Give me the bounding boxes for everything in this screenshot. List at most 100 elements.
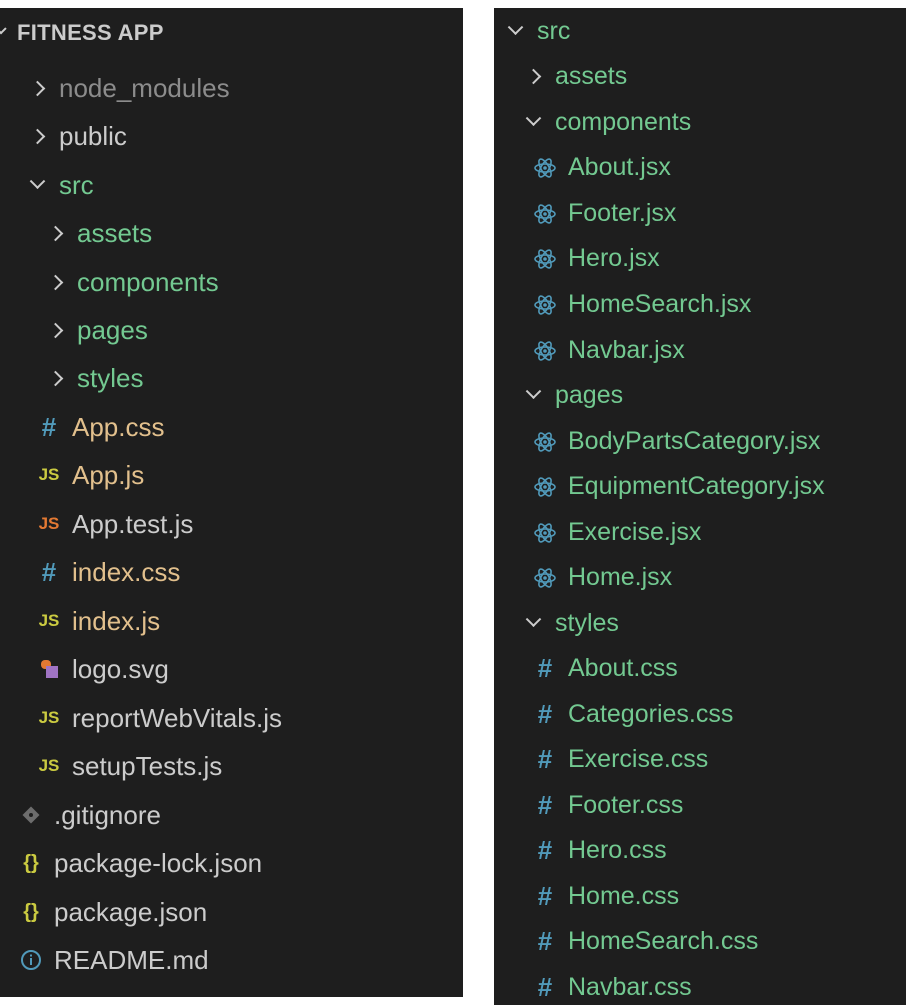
tree-item-hero-css[interactable]: # Hero.css [494,828,906,873]
folder-label: components [77,267,219,297]
svg-icon [36,658,62,680]
tree-item-readme-md[interactable]: README.md [0,937,463,983]
tree-item-components[interactable]: components [494,100,906,145]
react-icon [532,338,558,364]
tree-item-setup-tests-js[interactable]: JS setupTests.js [0,743,463,789]
chevron-right-icon [29,80,46,96]
tree-item-assets[interactable]: assets [494,54,906,99]
js-icon: JS [38,611,60,630]
tree-item-navbar-css[interactable]: # Navbar.css [494,965,906,1005]
react-icon [532,474,558,500]
tree-item-public[interactable]: public [0,113,463,159]
css-hash-icon: # [537,744,553,774]
tree-item-about-jsx[interactable]: About.jsx [494,145,906,190]
css-hash-icon: # [537,699,553,729]
js-icon: JS [38,708,60,727]
file-label: Navbar.jsx [568,336,685,364]
file-label: Exercise.css [568,745,709,773]
file-label: Categories.css [568,700,734,728]
tree-item-package-lock-json[interactable]: {} package-lock.json [0,840,463,886]
file-label: package-lock.json [54,848,263,878]
tree-item-index-css[interactable]: # index.css [0,549,463,595]
tree-item-body-parts-category-jsx[interactable]: BodyPartsCategory.jsx [494,419,906,464]
tree-item-footer-jsx[interactable]: Footer.jsx [494,191,906,236]
folder-label: assets [77,218,153,248]
tree-item-index-js[interactable]: JS index.js [0,598,463,644]
tree-item-assets[interactable]: assets [0,210,463,256]
chevron-down-icon [525,383,542,400]
file-label: reportWebVitals.js [72,703,283,733]
tree-item-navbar-jsx[interactable]: Navbar.jsx [494,328,906,373]
tree-item-app-test-js[interactable]: JS App.test.js [0,501,463,547]
tree-item-report-web-vitals-js[interactable]: JS reportWebVitals.js [0,695,463,741]
folder-label: public [59,121,127,151]
css-hash-icon: # [41,556,57,587]
tree-item-src[interactable]: src [494,9,906,54]
tree-item-categories-css[interactable]: # Categories.css [494,692,906,737]
react-icon [532,292,558,318]
chevron-right-icon [47,274,64,290]
file-label: index.css [72,557,181,587]
tree-item-home-jsx[interactable]: Home.jsx [494,555,906,600]
chevron-right-icon [47,225,64,241]
tree-item-exercise-jsx[interactable]: Exercise.jsx [494,510,906,555]
json-braces-icon: {} [23,900,39,923]
folder-label: pages [555,381,624,409]
react-icon [532,520,558,546]
file-label: HomeSearch.css [568,927,759,955]
file-label: About.css [568,654,678,682]
chevron-down-icon [0,23,7,35]
tree-item-app-css[interactable]: # App.css [0,404,463,450]
react-icon [532,429,558,455]
tree-item-styles[interactable]: styles [494,601,906,646]
file-label: HomeSearch.jsx [568,290,752,318]
tree-item-pages[interactable]: pages [0,307,463,353]
file-label: About.jsx [568,153,671,181]
tree-item-pages[interactable]: pages [494,373,906,418]
folder-label: styles [77,363,144,393]
tree-item-package-json[interactable]: {} package.json [0,889,463,935]
tree-item-app-js[interactable]: JS App.js [0,452,463,498]
react-icon [532,201,558,227]
tree-item-exercise-css[interactable]: # Exercise.css [494,737,906,782]
tree-item-equipment-category-jsx[interactable]: EquipmentCategory.jsx [494,464,906,509]
file-label: Home.jsx [568,563,673,591]
folder-label: styles [555,609,619,637]
js-icon: JS [38,514,60,533]
file-label: Footer.css [568,791,684,819]
folder-label: assets [555,62,628,90]
file-label: EquipmentCategory.jsx [568,472,825,500]
js-icon: JS [38,465,60,484]
css-hash-icon: # [537,926,553,956]
tree-item-footer-css[interactable]: # Footer.css [494,783,906,828]
file-label: Exercise.jsx [568,518,702,546]
tree-item-node-modules[interactable]: node_modules [0,65,463,111]
tree-item-styles[interactable]: styles [0,355,463,401]
git-icon [18,804,44,826]
tree-item-logo-svg[interactable]: logo.svg [0,646,463,692]
css-hash-icon: # [537,653,553,683]
chevron-down-icon [29,172,46,189]
css-hash-icon: # [537,972,553,1002]
css-hash-icon: # [537,790,553,820]
tree-item-hero-jsx[interactable]: Hero.jsx [494,236,906,281]
chevron-right-icon [29,128,46,144]
folder-label: src [537,17,571,45]
tree-item-about-css[interactable]: # About.css [494,646,906,691]
tree-item-home-search-css[interactable]: # HomeSearch.css [494,919,906,964]
tree-item-gitignore[interactable]: .gitignore [0,792,463,838]
tree-item-src[interactable]: src [0,162,463,208]
tree-item-home-css[interactable]: # Home.css [494,874,906,919]
explorer-root-fitness-app[interactable]: FITNESS APP [0,10,463,56]
react-icon [532,246,558,272]
explorer-panel-left: FITNESS APP node_modules public src asse… [0,8,463,997]
tree-item-components[interactable]: components [0,259,463,305]
chevron-right-icon [47,370,64,386]
file-label: package.json [54,897,208,927]
react-icon [532,565,558,591]
json-braces-icon: {} [23,851,39,874]
file-label: logo.svg [72,654,169,684]
chevron-right-icon [47,322,64,338]
tree-item-home-search-jsx[interactable]: HomeSearch.jsx [494,282,906,327]
folder-label: pages [77,315,148,345]
